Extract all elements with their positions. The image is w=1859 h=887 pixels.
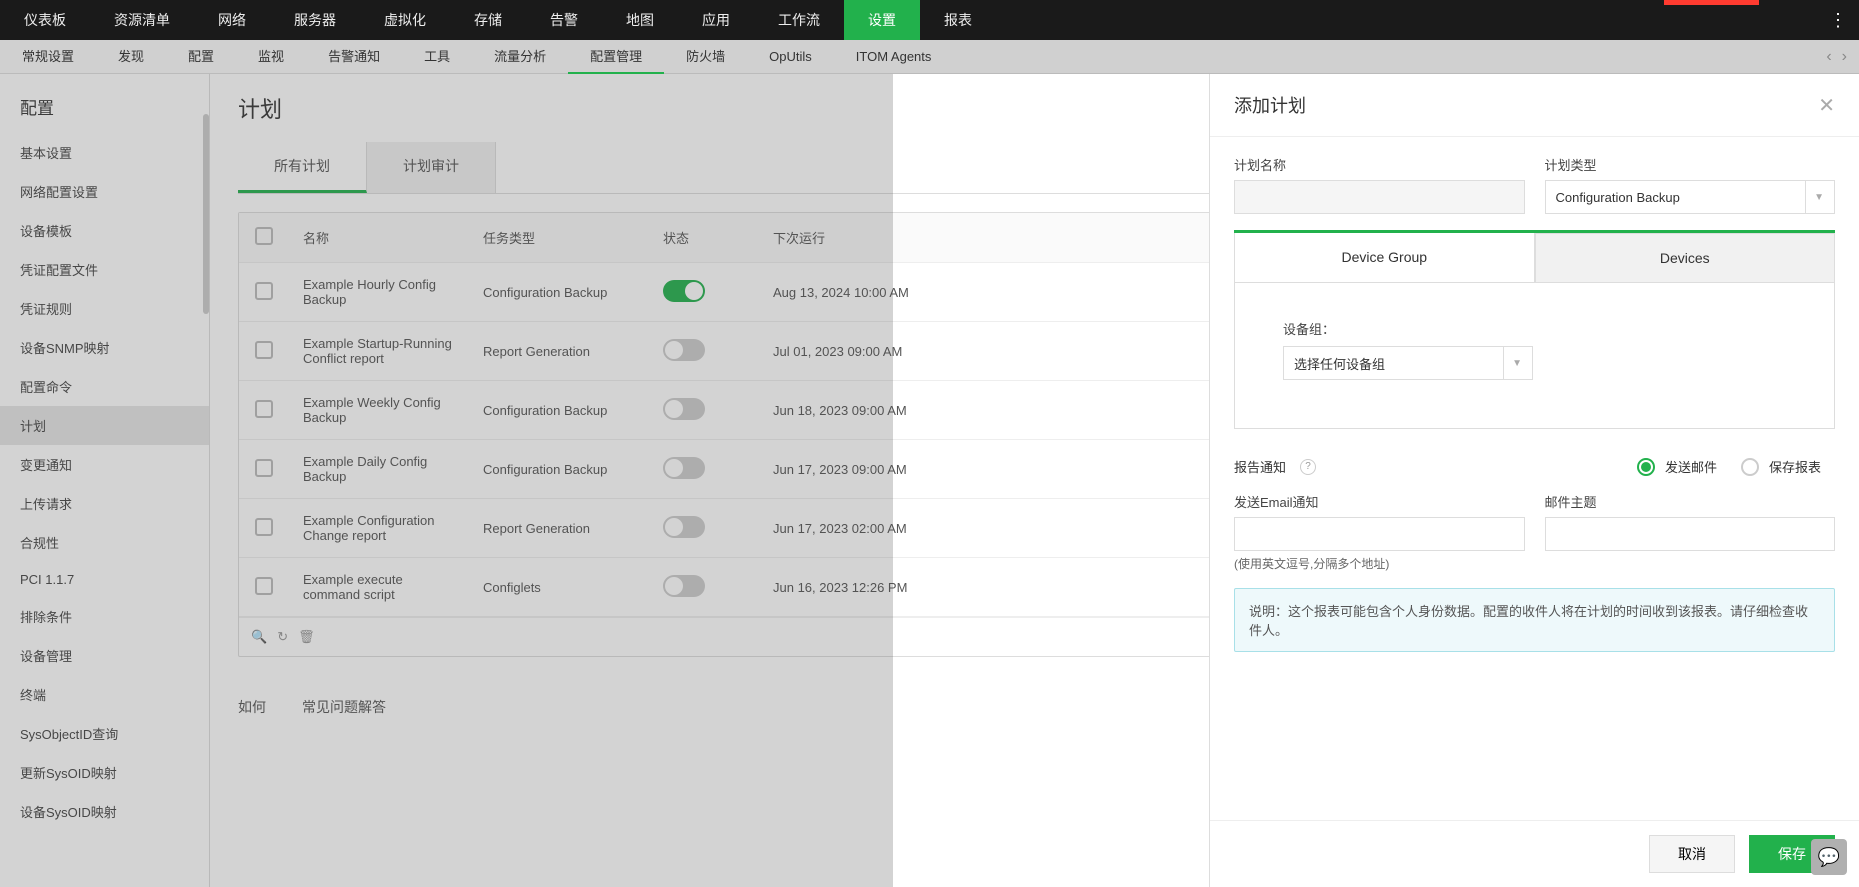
more-menu-icon[interactable]: ⋮ (1817, 10, 1859, 31)
device-group-value: 选择任何设备组 (1294, 354, 1385, 373)
target-tabs: Device Group Devices (1234, 230, 1835, 283)
subnav-scroll-left-icon[interactable]: ‹ (1822, 48, 1835, 66)
nav-maps[interactable]: 地图 (602, 0, 678, 40)
email-notify-label: 发送Email通知 (1234, 492, 1525, 511)
privacy-note: 说明：这个报表可能包含个人身份数据。配置的收件人将在计划的时间收到该报表。请仔细… (1234, 588, 1835, 652)
subnav-scroll-arrows: ‹ › (1814, 48, 1859, 66)
nav-storage[interactable]: 存储 (450, 0, 526, 40)
email-notify-input[interactable] (1234, 517, 1525, 551)
schedule-type-label: 计划类型 (1545, 155, 1836, 174)
chevron-down-icon: ▼ (1503, 347, 1522, 379)
chat-icon[interactable]: 💬 (1811, 839, 1847, 875)
subnav-config-mgmt[interactable]: 配置管理 (568, 40, 664, 74)
add-schedule-panel: 添加计划 ✕ 计划名称 计划类型 Configuration Backup ▼ … (1209, 74, 1859, 887)
device-group-select[interactable]: 选择任何设备组 ▼ (1283, 346, 1533, 380)
panel-title: 添加计划 (1234, 92, 1306, 118)
nav-reports[interactable]: 报表 (920, 0, 996, 40)
report-notify-label: 报告通知 (1234, 457, 1286, 476)
email-subject-input[interactable] (1545, 517, 1836, 551)
radio-send-email-label: 发送邮件 (1665, 457, 1717, 476)
cancel-button[interactable]: 取消 (1649, 835, 1735, 873)
radio-send-email[interactable] (1637, 458, 1655, 476)
subnav-oputils[interactable]: OpUtils (747, 40, 834, 74)
radio-save-report-label: 保存报表 (1769, 457, 1821, 476)
nav-settings[interactable]: 设置 (844, 0, 920, 40)
nav-virtualization[interactable]: 虚拟化 (360, 0, 450, 40)
nav-servers[interactable]: 服务器 (270, 0, 360, 40)
subnav-discovery[interactable]: 发现 (96, 40, 166, 74)
email-subject-label: 邮件主题 (1545, 492, 1836, 511)
nav-dashboard[interactable]: 仪表板 (0, 0, 90, 40)
schedule-name-label: 计划名称 (1234, 155, 1525, 174)
radio-save-report[interactable] (1741, 458, 1759, 476)
tab-devices[interactable]: Devices (1535, 233, 1836, 283)
nav-network[interactable]: 网络 (194, 0, 270, 40)
nav-apps[interactable]: 应用 (678, 0, 754, 40)
email-hint: (使用英文逗号,分隔多个地址) (1234, 555, 1525, 572)
schedule-name-input[interactable] (1234, 180, 1525, 214)
modal-overlay[interactable] (0, 74, 893, 887)
nav-inventory[interactable]: 资源清单 (90, 0, 194, 40)
sub-nav: 常规设置 发现 配置 监视 告警通知 工具 流量分析 配置管理 防火墙 OpUt… (0, 40, 1859, 74)
nav-alarms[interactable]: 告警 (526, 0, 602, 40)
subnav-tools[interactable]: 工具 (402, 40, 472, 74)
schedule-type-select[interactable]: Configuration Backup ▼ (1545, 180, 1836, 214)
alert-indicator-bar (1664, 0, 1759, 5)
subnav-scroll-right-icon[interactable]: › (1838, 48, 1851, 66)
subnav-general[interactable]: 常规设置 (0, 40, 96, 74)
device-group-panel: 设备组： 选择任何设备组 ▼ (1234, 283, 1835, 429)
subnav-itom-agents[interactable]: ITOM Agents (834, 40, 954, 74)
subnav-firewall[interactable]: 防火墙 (664, 40, 747, 74)
tab-device-group[interactable]: Device Group (1234, 233, 1535, 283)
close-icon[interactable]: ✕ (1818, 93, 1835, 118)
top-nav: 仪表板 资源清单 网络 服务器 虚拟化 存储 告警 地图 应用 工作流 设置 报… (0, 0, 1859, 40)
subnav-alarm-notify[interactable]: 告警通知 (306, 40, 402, 74)
subnav-monitoring[interactable]: 监视 (236, 40, 306, 74)
chevron-down-icon: ▼ (1805, 181, 1824, 213)
schedule-type-value: Configuration Backup (1556, 190, 1680, 205)
help-icon[interactable]: ? (1300, 459, 1316, 475)
subnav-flow-analysis[interactable]: 流量分析 (472, 40, 568, 74)
device-group-label: 设备组： (1283, 319, 1786, 338)
nav-workflow[interactable]: 工作流 (754, 0, 844, 40)
subnav-configuration[interactable]: 配置 (166, 40, 236, 74)
